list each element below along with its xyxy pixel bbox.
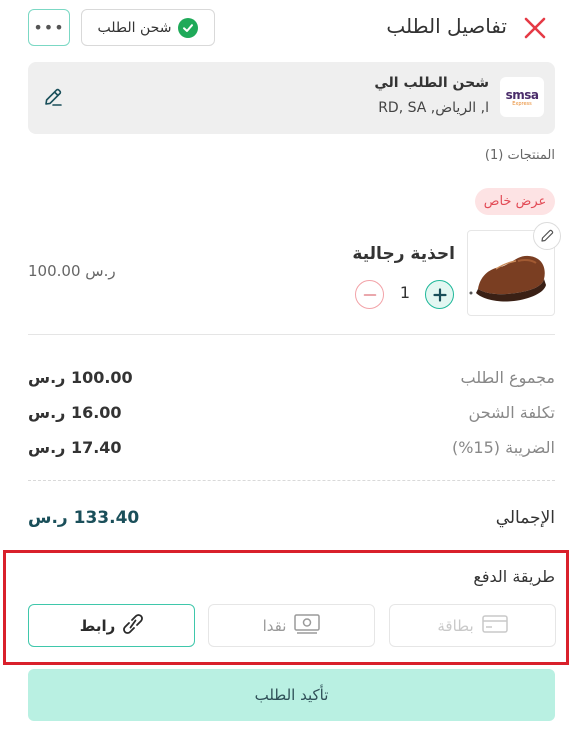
confirm-order-button[interactable]: تأكيد الطلب (28, 669, 555, 721)
more-options-button[interactable]: ••• (28, 9, 70, 46)
close-icon[interactable] (521, 14, 549, 42)
divider (28, 334, 555, 335)
summary-value: 17.40 ر.س (28, 438, 122, 457)
status-badge[interactable]: شحن الطلب (81, 9, 215, 46)
offer-badge: عرض خاص (475, 188, 555, 215)
total-value: 133.40 ر.س (28, 508, 140, 528)
total-label: الإجمالي (495, 508, 555, 528)
more-icon: ••• (33, 18, 65, 37)
page-title: تفاصيل الطلب (386, 14, 507, 38)
quantity-value: 1 (399, 283, 411, 302)
edit-icon[interactable] (42, 86, 64, 108)
payment-method-title: طريقة الدفع (473, 567, 555, 586)
check-icon (178, 17, 199, 38)
carrier-logo: smsa Express (500, 77, 544, 117)
card-icon (481, 614, 508, 637)
status-label: شحن الطلب (97, 19, 172, 36)
payment-option-card[interactable]: بطاقة (389, 604, 556, 647)
shipping-card: smsa Express شحن الطلب الي ا, الرياض, RD… (28, 62, 555, 134)
payment-option-link[interactable]: رابط (28, 604, 195, 647)
summary-label: تكلفة الشحن (468, 403, 555, 422)
summary-label: مجموع الطلب (460, 368, 556, 387)
pencil-icon[interactable] (533, 222, 561, 250)
quantity-decrease-button[interactable] (355, 280, 384, 309)
payment-option-cash[interactable]: نقدا (208, 604, 375, 647)
summary-row-shipping: تكلفة الشحن 16.00 ر.س (28, 403, 555, 427)
payment-option-label: نقدا (262, 616, 287, 635)
summary-label: الضريبة (15%) (451, 438, 555, 457)
shipping-title: شحن الطلب الي (374, 75, 489, 91)
summary-row-tax: الضريبة (15%) 17.40 ر.س (28, 438, 555, 462)
cash-icon (294, 613, 321, 638)
shipping-address: ا, الرياض, RD, SA (378, 100, 489, 116)
summary-value: 16.00 ر.س (28, 403, 122, 422)
divider (28, 480, 555, 481)
link-icon (123, 613, 144, 639)
product-name: احذية رجالية (352, 244, 455, 264)
summary-value: 100.00 ر.س (28, 368, 133, 387)
products-section-label: المنتجات (1) (484, 148, 555, 163)
payment-option-label: رابط (79, 616, 116, 635)
payment-option-label: بطاقة (437, 616, 474, 635)
header: تفاصيل الطلب شحن الطلب ••• (0, 0, 571, 56)
product-price: 100.00 ر.س (28, 262, 116, 280)
summary-row-subtotal: مجموع الطلب 100.00 ر.س (28, 368, 555, 392)
quantity-increase-button[interactable] (425, 280, 454, 309)
